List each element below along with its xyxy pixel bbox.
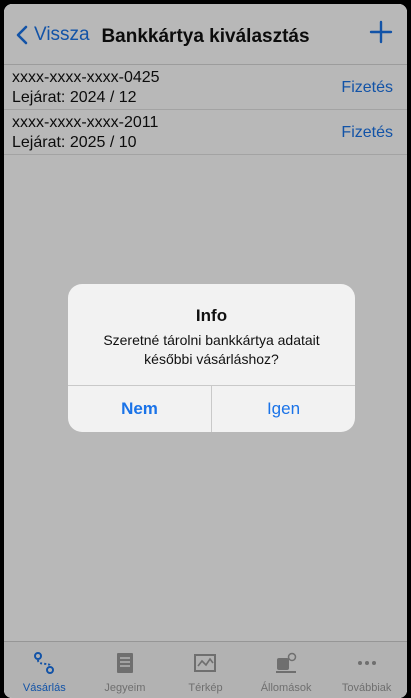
dialog-message: Szeretné tárolni bankkártya adatait késő… (103, 332, 320, 367)
info-dialog: Info Szeretné tárolni bankkártya adatait… (68, 284, 355, 432)
no-button[interactable]: Nem (68, 386, 211, 432)
screen: Vissza Bankkártya kiválasztás xxxx-xxxx-… (4, 4, 407, 698)
yes-button[interactable]: Igen (212, 386, 355, 432)
phone-frame: Vissza Bankkártya kiválasztás xxxx-xxxx-… (4, 4, 407, 698)
dialog-title: Info (195, 306, 228, 325)
